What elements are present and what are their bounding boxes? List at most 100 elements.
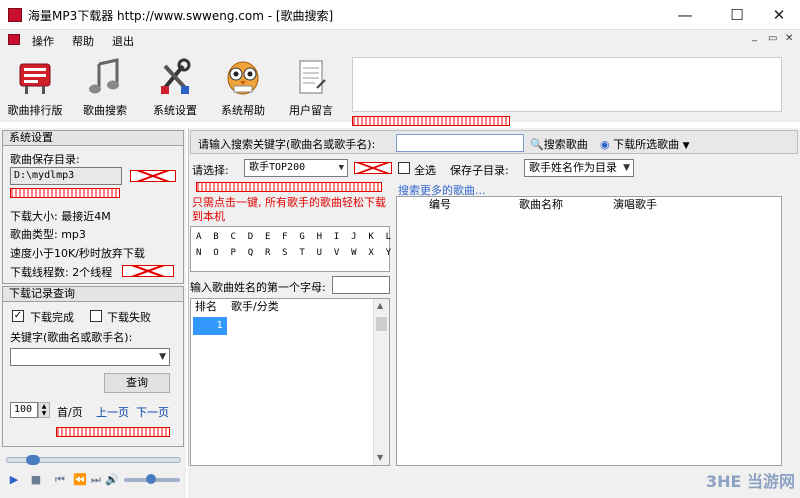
redacted-mark (122, 265, 174, 277)
history-keyword-label: 关键字(歌曲名或歌手名): (10, 331, 133, 344)
page-size-spinner[interactable]: ▲ ▼ (38, 402, 50, 418)
select-label: 请选择: (192, 164, 229, 177)
prev-page-link[interactable]: 上一页 (96, 404, 129, 420)
rewind-icon[interactable]: ⏪ (72, 472, 88, 488)
volume-icon[interactable]: 🔊 (104, 472, 120, 488)
per-page-label: 首/页 (57, 406, 83, 419)
query-button[interactable]: 查询 (104, 373, 170, 393)
redacted-mark (352, 116, 510, 126)
subdir-select-value: 歌手姓名作为目录 (529, 161, 617, 174)
menu-exit[interactable]: 退出 (112, 33, 134, 49)
search-button[interactable]: 🔍搜索歌曲 (530, 136, 588, 152)
stop-icon[interactable]: ■ (28, 472, 44, 488)
chevron-down-icon: ▼ (682, 141, 690, 151)
previous-icon[interactable]: ⏮ (52, 472, 68, 488)
download-failed-checkbox[interactable] (90, 310, 102, 322)
chevron-down-icon: ▼ (159, 352, 166, 362)
subdir-label: 保存子目录: (450, 164, 509, 177)
notepad-icon (293, 58, 329, 96)
search-button-label: 搜索歌曲 (543, 138, 588, 151)
tip-text: 只需点击一键, 所有歌手的歌曲轻松下载到本机 (192, 196, 386, 223)
next-page-link[interactable]: 下一页 (136, 404, 169, 420)
scroll-up-icon[interactable]: ▲ (377, 301, 383, 310)
music-notes-icon (87, 58, 123, 96)
close-button[interactable]: ✕ (756, 0, 800, 30)
redacted-mark (196, 182, 382, 192)
page-size-field[interactable]: 100 (10, 402, 38, 418)
subdir-select[interactable]: 歌手姓名作为目录 ▼ (524, 159, 634, 177)
mdi-close-button[interactable]: ✕ (785, 33, 793, 44)
column-header-number[interactable]: 编号 (425, 197, 515, 213)
settings-header: 系统设置 (2, 130, 184, 146)
threads-label: 下载线程数: 2个线程 (10, 266, 113, 279)
minimize-button[interactable]: — (662, 0, 708, 30)
save-dir-label: 歌曲保存目录: (10, 153, 80, 166)
magnifier-icon: 🔍 (530, 138, 544, 151)
first-letter-input[interactable] (332, 276, 390, 294)
search-input[interactable] (396, 134, 524, 152)
select-all-checkbox[interactable] (398, 162, 410, 174)
redacted-mark (130, 170, 176, 182)
maximize-button[interactable]: ☐ (714, 0, 760, 30)
toolbar-message-button[interactable]: 用户留言 (276, 54, 346, 120)
window-title: 海量MP3下载器 http://www.swweng.com - [歌曲搜索] (28, 9, 334, 23)
toolbar-help-label: 系统帮助 (221, 104, 265, 117)
category-select-value: 歌手TOP200 (249, 162, 306, 173)
watermark-logo: 3HE 当游网 (706, 472, 796, 491)
app-icon (8, 8, 22, 22)
download-selected-label: 下载所选歌曲 (613, 138, 680, 151)
history-keyword-combo[interactable]: ▼ (10, 348, 170, 366)
singer-table-scrollbar[interactable]: ▲ ▼ (373, 299, 389, 465)
toolbar-message-label: 用户留言 (289, 104, 333, 117)
toolbar-settings-button[interactable]: 系统设置 (140, 54, 210, 120)
letters-row-1[interactable]: A B C D E F G H I J K L M (196, 232, 411, 242)
redacted-mark (56, 427, 170, 437)
table-row-rank[interactable]: 1 (193, 317, 227, 335)
toolbar-chart-label: 歌曲排行版 (7, 104, 63, 117)
save-dir-field[interactable]: D:\mydlmp3 (10, 167, 122, 185)
seek-handle[interactable] (26, 455, 40, 465)
menu-help[interactable]: 帮助 (72, 33, 94, 49)
toolbar-search-button[interactable]: 歌曲搜索 (70, 54, 140, 120)
toolbar-chart-button[interactable]: 歌曲排行版 (0, 54, 70, 120)
download-failed-label: 下载失败 (107, 311, 151, 324)
tools-icon (157, 58, 193, 96)
scroll-down-icon[interactable]: ▼ (377, 453, 383, 462)
speed-rule-label: 速度小于10K/秒时放弃下载 (10, 247, 145, 260)
mdi-restore-button[interactable]: ▭ (768, 33, 777, 44)
category-select[interactable]: 歌手TOP200 ▼ (244, 159, 348, 177)
owl-help-icon (225, 58, 261, 96)
column-header-singer[interactable]: 歌手/分类 (227, 299, 367, 315)
download-globe-icon: ◉ (600, 138, 610, 151)
mdi-child-icon (8, 34, 20, 45)
download-selected-button[interactable]: ◉ 下载所选歌曲 ▼ (600, 136, 690, 152)
column-header-song-name[interactable]: 歌曲名称 (515, 197, 609, 213)
toolbar-search-label: 歌曲搜索 (83, 104, 127, 117)
redacted-mark (10, 188, 120, 198)
results-table: 编号 歌曲名称 演唱歌手 (396, 196, 782, 466)
volume-handle[interactable] (146, 474, 156, 484)
letters-row-2[interactable]: N O P Q R S T U V W X Y Z (196, 248, 411, 258)
column-header-rank[interactable]: 排名 (191, 299, 227, 315)
chevron-down-icon: ▼ (623, 163, 630, 173)
download-done-label: 下载完成 (30, 311, 74, 324)
play-icon[interactable]: ▶ (6, 472, 22, 488)
first-letter-label: 输入歌曲姓名的第一个字母: (190, 281, 326, 294)
chevron-down-icon: ▼ (338, 163, 344, 173)
select-all-label: 全选 (414, 164, 436, 177)
banner-area (352, 57, 782, 112)
toolbar-help-button[interactable]: 系统帮助 (208, 54, 278, 120)
mdi-minimize-button[interactable]: _ (752, 31, 757, 42)
song-type-label: 歌曲类型: mp3 (10, 228, 86, 241)
singer-table: 排名 歌手/分类 1 (190, 298, 390, 466)
letter-picker: A B C D E F G H I J K L M N O P Q R S T … (190, 226, 408, 272)
next-icon[interactable]: ⏭ (88, 472, 104, 488)
redacted-mark (354, 162, 392, 174)
search-prompt: 请输入搜索关键字(歌曲名或歌手名): (198, 138, 376, 151)
toolbar-settings-label: 系统设置 (153, 104, 197, 117)
scroll-thumb[interactable] (376, 317, 387, 331)
chart-board-icon (17, 58, 53, 96)
column-header-artist[interactable]: 演唱歌手 (609, 197, 709, 213)
download-done-checkbox[interactable]: ✓ (12, 310, 24, 322)
menu-operate[interactable]: 操作 (32, 33, 54, 49)
